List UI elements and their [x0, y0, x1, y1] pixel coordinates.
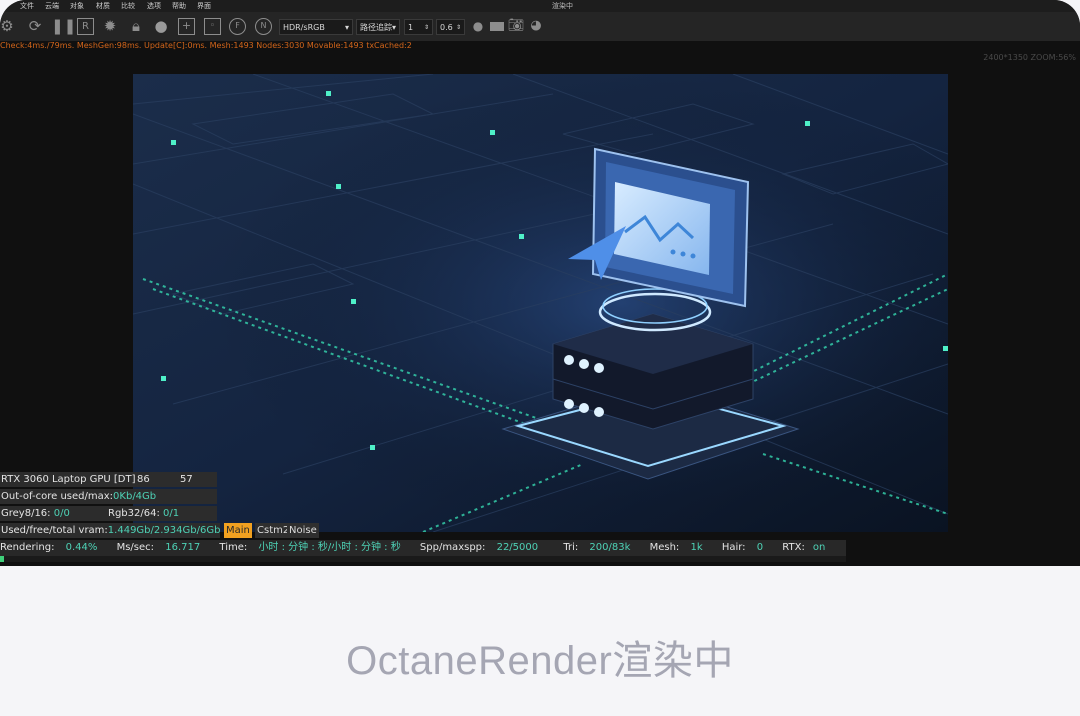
- settings-gear-icon[interactable]: ⚙: [0, 17, 16, 35]
- caption-text: OctaneRender渲染中: [346, 639, 734, 683]
- ms-label: Ms/sec:: [116, 542, 155, 553]
- spp-label: Spp/maxspp:: [419, 542, 486, 553]
- render-progress-fill: [0, 556, 5, 562]
- clay-mode-icon[interactable]: ◕: [527, 17, 545, 35]
- tri-label: Tri:: [563, 542, 579, 553]
- ooc-value: 0Kb/4Gb: [113, 491, 157, 502]
- camera-icon[interactable]: 📷︎: [507, 17, 525, 35]
- value-stepper-1[interactable]: 1 ⇕: [404, 19, 433, 35]
- stepper-2-value: 0.6: [440, 23, 453, 32]
- filter-icon[interactable]: F: [229, 18, 246, 35]
- toolbar: ⚙ ⟳ ❚❚ R ✹ 🔒︎ ● + ◦ F N HDR/sRGB ▾ 路径追踪 ▾ …: [0, 12, 1080, 41]
- window-title: 渲染中: [552, 2, 573, 10]
- ms-value: 16.717: [165, 542, 201, 553]
- stepper-1-value: 1: [408, 23, 414, 32]
- kernel-select[interactable]: 路径追踪 ▾: [356, 19, 400, 35]
- gpu-label: RTX 3060 Laptop GPU [DT]: [1, 474, 136, 485]
- ooc-label: Out-of-core used/max:: [1, 491, 114, 502]
- tri-stat: Tri: 200/83k: [563, 542, 638, 553]
- time-stat: Time: 小时 : 分钟 : 秒/小时 : 分钟 : 秒: [219, 542, 408, 553]
- mesh-value: 1k: [690, 542, 703, 553]
- gpu-usage: 57: [180, 474, 193, 485]
- resolution-zoom-readout: 2400*1350 ZOOM:56%: [983, 53, 1076, 62]
- tab-noise[interactable]: Noise: [287, 523, 319, 538]
- menu-file[interactable]: 文件: [20, 0, 34, 12]
- gear-icon[interactable]: ✹: [101, 17, 119, 35]
- time-value: 小时 : 分钟 : 秒/小时 : 分钟 : 秒: [258, 542, 401, 553]
- menu-compare[interactable]: 比较: [121, 0, 135, 12]
- material-ball-icon[interactable]: ●: [152, 17, 170, 35]
- stepper-arrows-icon: ⇕: [455, 24, 461, 31]
- chevron-down-icon: ▾: [344, 23, 349, 32]
- menu-interface[interactable]: 界面: [197, 0, 211, 12]
- background-color-icon[interactable]: ●: [469, 17, 487, 35]
- region-render-icon[interactable]: R: [77, 18, 94, 35]
- denoise-icon[interactable]: N: [255, 18, 272, 35]
- rendering-label: Rendering:: [0, 542, 55, 553]
- vram-label: Used/free/total vram:: [1, 525, 108, 536]
- grey-value: 0/0: [53, 508, 70, 519]
- render-stats-line: Check:4ms./79ms. MeshGen:98ms. Update[C]…: [0, 41, 412, 50]
- rtx-value: on: [812, 542, 826, 553]
- colorspace-select[interactable]: HDR/sRGB ▾: [279, 19, 353, 35]
- tab-main[interactable]: Main: [224, 523, 252, 538]
- screenshot-frame: ▪ 文件 云端 对象 材质 比较 选项 帮助 界面 渲染中 ⚙ ⟳ ❚❚ R ✹…: [0, 0, 1080, 716]
- spp-value: 22/5000: [496, 542, 539, 553]
- vram-value: 1.449Gb/2.934Gb/6Gb: [107, 525, 220, 536]
- mesh-stat: Mesh: 1k: [650, 542, 711, 553]
- chevron-down-icon: ▾: [391, 23, 396, 32]
- menu-options[interactable]: 选项: [147, 0, 161, 12]
- mesh-label: Mesh:: [649, 542, 680, 553]
- hair-stat: Hair: 0: [722, 542, 771, 553]
- app-icon[interactable]: ▪: [0, 0, 5, 12]
- texture-count-row: Grey8/16: 0/0 Rgb32/64: 0/1: [0, 506, 217, 521]
- colorspace-value: HDR/sRGB: [283, 23, 325, 32]
- rtx-stat: RTX: on: [782, 542, 833, 553]
- render-progress-bar: [0, 556, 846, 562]
- lock-icon[interactable]: 🔒︎: [127, 17, 145, 35]
- value-stepper-2[interactable]: 0.6 ⇕: [436, 19, 465, 35]
- hair-value: 0: [756, 542, 764, 553]
- channel-icon[interactable]: [488, 17, 506, 35]
- pause-icon[interactable]: ❚❚: [51, 17, 76, 35]
- gpu-info-row: RTX 3060 Laptop GPU [DT] 86 57: [0, 472, 217, 487]
- render-status-bar: Rendering: 0.44% Ms/sec: 16.717 Time: 小时…: [0, 540, 846, 556]
- add-region-icon[interactable]: +: [178, 18, 195, 35]
- octane-render-window: ▪ 文件 云端 对象 材质 比较 选项 帮助 界面 渲染中 ⚙ ⟳ ❚❚ R ✹…: [0, 0, 1080, 566]
- menu-object[interactable]: 对象: [70, 0, 84, 12]
- tab-cstm2[interactable]: Cstm2: [255, 523, 292, 538]
- render-viewport[interactable]: [133, 74, 948, 532]
- menu-cloud[interactable]: 云端: [45, 0, 59, 12]
- rendered-scene-image: [133, 74, 948, 532]
- rendering-value: 0.44%: [65, 542, 98, 553]
- menu-help[interactable]: 帮助: [172, 0, 186, 12]
- stepper-arrows-icon: ⇕: [423, 24, 429, 31]
- focus-picker-icon[interactable]: ◦: [204, 18, 221, 35]
- rgb-label: Rgb32/64:: [108, 508, 160, 519]
- tri-value: 200/83k: [589, 542, 631, 553]
- restart-render-icon[interactable]: ⟳: [26, 17, 44, 35]
- kernel-value: 路径追踪: [360, 23, 392, 32]
- spp-stat: Spp/maxspp: 22/5000: [420, 542, 546, 553]
- vram-row: Used/free/total vram:1.449Gb/2.934Gb/6Gb: [0, 523, 220, 538]
- rgb-value: 0/1: [163, 508, 180, 519]
- ms-stat: Ms/sec: 16.717: [117, 542, 209, 553]
- menu-bar: ▪ 文件 云端 对象 材质 比较 选项 帮助 界面 渲染中: [0, 0, 1080, 12]
- grey-label: Grey8/16:: [1, 508, 51, 519]
- menu-material[interactable]: 材质: [96, 0, 110, 12]
- out-of-core-row: Out-of-core used/max:0Kb/4Gb: [0, 489, 217, 504]
- rtx-label: RTX:: [782, 542, 805, 553]
- time-label: Time:: [219, 542, 248, 553]
- hair-label: Hair:: [721, 542, 746, 553]
- rendering-stat: Rendering: 0.44%: [0, 542, 105, 553]
- gpu-temperature: 86: [137, 474, 150, 485]
